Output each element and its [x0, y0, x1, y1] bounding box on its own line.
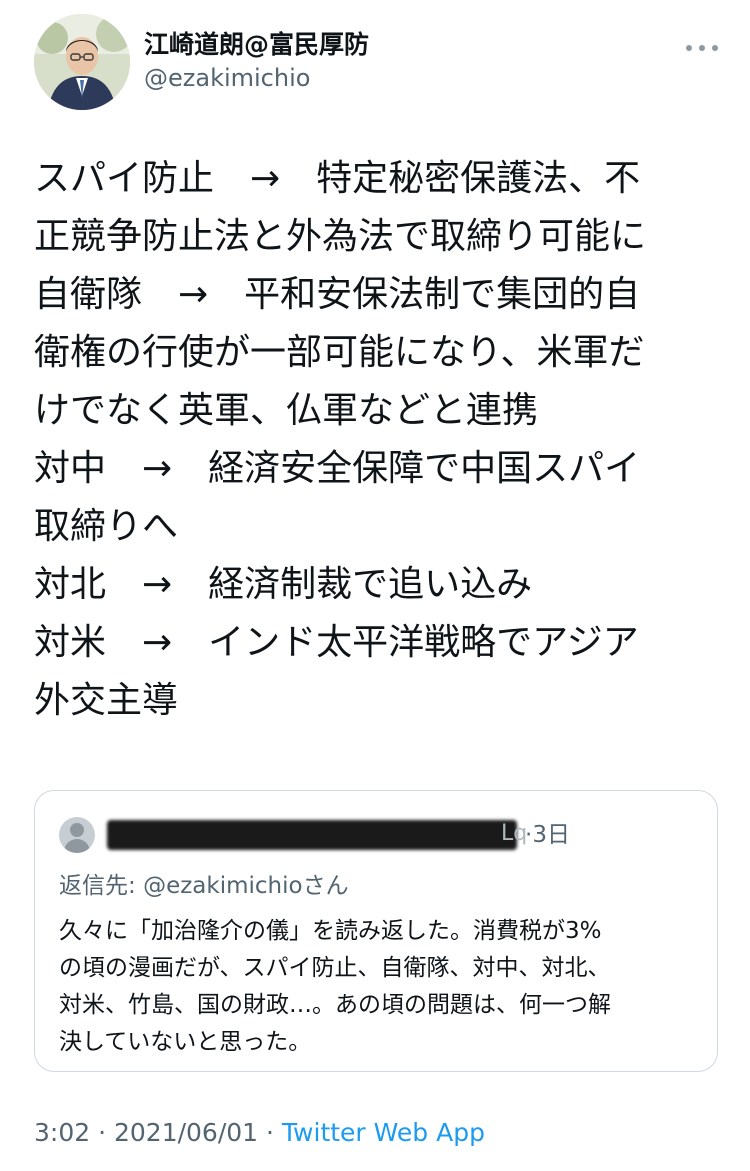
quote-line: の頃の漫画だが、スパイ防止、自衛隊、対中、対北、: [59, 955, 611, 981]
tweet-time[interactable]: 3:02: [34, 1118, 90, 1147]
tweet-meta: 3:02 · 2021/06/01 · Twitter Web App: [34, 1116, 485, 1150]
quote-line: 決していないと思った。: [59, 1029, 312, 1055]
meta-separator: ·: [90, 1118, 114, 1147]
more-horizontal-icon[interactable]: [686, 40, 718, 56]
quoted-tweet[interactable]: Lq ·3日 返信先: @ezakimichioさん 久々に「加治隆介の儀」を読…: [34, 790, 718, 1072]
author-names: 江崎道朗@富民厚防 @ezakimichio: [144, 28, 369, 94]
reply-to-suffix: さん: [302, 873, 349, 899]
profile-photo-icon: [34, 14, 130, 110]
tweet-line: けでなく英軍、仏軍などと連携: [34, 390, 539, 431]
tweet-line: 対米 → インド太平洋戦略でアジア: [34, 622, 639, 663]
tweet-line: スパイ防止 → 特定秘密保護法、不: [34, 158, 641, 199]
quoted-tweet-header: Lq ·3日: [59, 817, 699, 853]
author-handle[interactable]: @ezakimichio: [144, 62, 369, 94]
tweet-header: 江崎道朗@富民厚防 @ezakimichio: [34, 14, 724, 114]
quoted-tweet-time[interactable]: ·3日: [525, 817, 570, 853]
reply-to-mention[interactable]: @ezakimichio: [143, 873, 303, 899]
tweet-source-link[interactable]: Twitter Web App: [282, 1118, 485, 1147]
reply-to-line: 返信先: @ezakimichioさん: [59, 869, 349, 903]
tweet-line: 対中 → 経済安全保障で中国スパイ: [34, 448, 641, 489]
author-avatar[interactable]: [34, 14, 130, 110]
default-avatar-icon[interactable]: [59, 817, 95, 853]
quoted-tweet-text: 久々に「加治隆介の儀」を読み返した。消費税が3% の頃の漫画だが、スパイ防止、自…: [59, 913, 699, 1061]
tweet-line: 正競争防止法と外為法で取締り可能に: [34, 216, 647, 257]
author-display-name[interactable]: 江崎道朗@富民厚防: [144, 28, 369, 62]
tweet-line: 対北 → 経済制裁で追い込み: [34, 564, 533, 605]
tweet-line: 取締りへ: [34, 506, 179, 547]
tweet-line: 自衛隊 → 平和安保法制で集団的自: [34, 274, 641, 315]
quote-line: 久々に「加治隆介の儀」を読み返した。消費税が3%: [59, 918, 602, 944]
reply-to-prefix: 返信先:: [59, 873, 144, 899]
quoted-handle-tail: Lq: [501, 821, 528, 846]
tweet-date[interactable]: 2021/06/01: [114, 1118, 258, 1147]
redacted-author-name: [107, 820, 517, 850]
tweet-line: 外交主導: [34, 680, 179, 721]
tweet-text: スパイ防止 → 特定秘密保護法、不 正競争防止法と外為法で取締り可能に 自衛隊 …: [34, 150, 724, 730]
quote-line: 対米、竹島、国の財政…。あの頃の問題は、何一つ解: [59, 992, 611, 1018]
tweet-line: 衛権の行使が一部可能になり、米軍だ: [34, 332, 645, 373]
meta-separator: ·: [258, 1118, 282, 1147]
